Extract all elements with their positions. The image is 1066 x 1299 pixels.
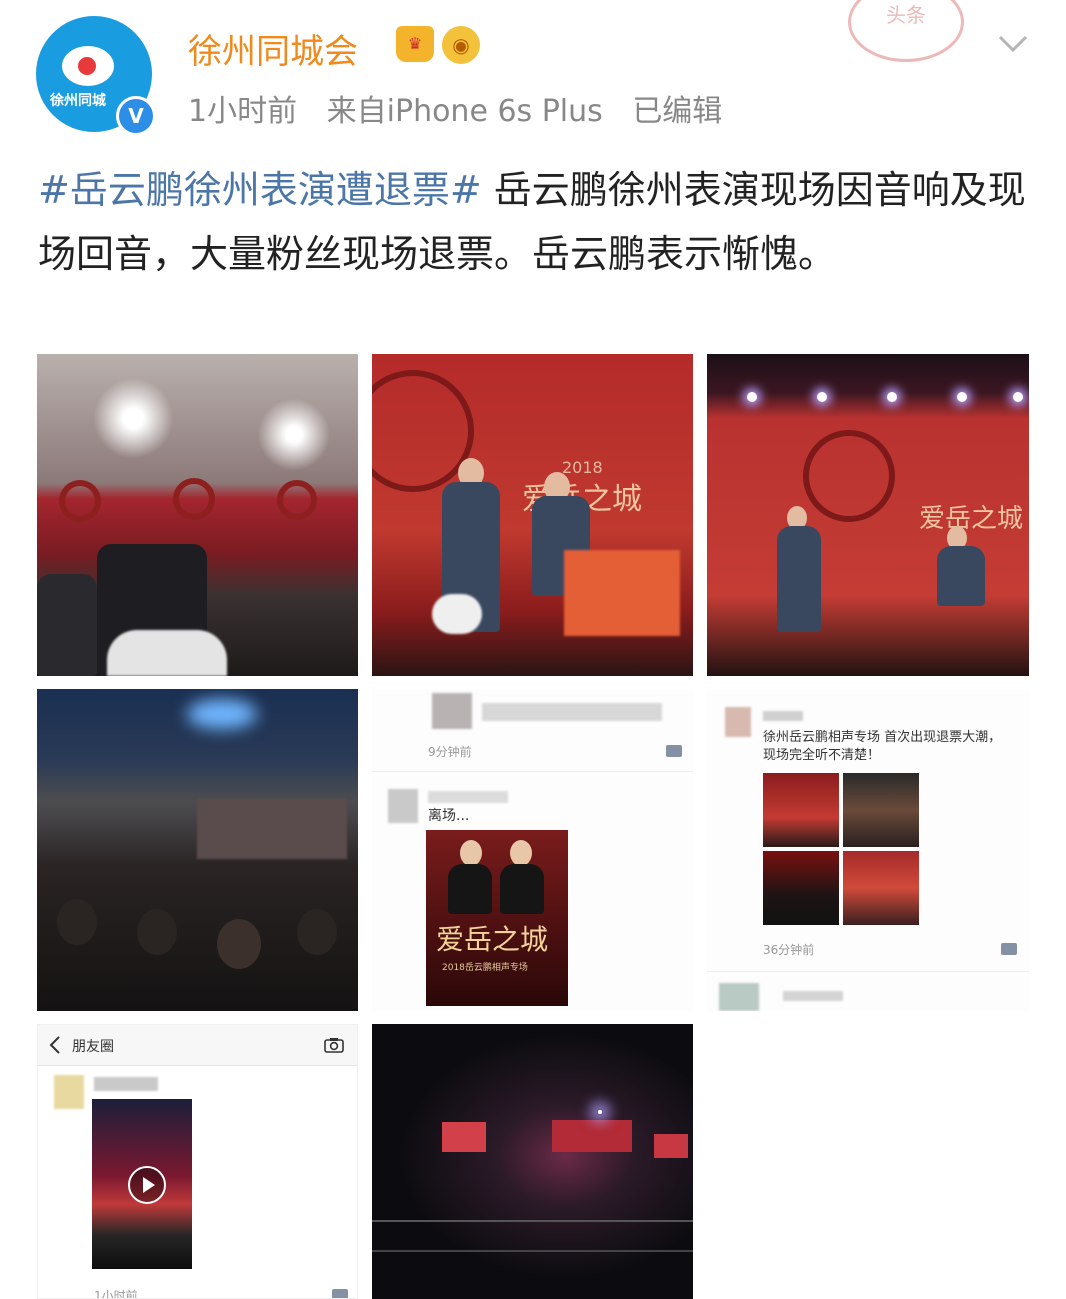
post-meta: 1小时前 来自iPhone 6s Plus 已编辑 (188, 86, 742, 130)
stage-banner (197, 799, 347, 859)
screen (654, 1134, 688, 1158)
performer (937, 546, 985, 606)
stage (552, 1120, 632, 1152)
audience-member (217, 919, 261, 969)
stage-logo (59, 480, 101, 522)
post-text: #岳云鹏徐州表演遭退票# 岳云鹏徐州表演现场因音响及现场回音，大量粉丝现场退票。… (38, 158, 1028, 286)
grid-photo (843, 773, 919, 847)
blurred-text (482, 703, 662, 721)
performer-head (460, 840, 482, 866)
flower-bouquet (564, 550, 680, 636)
blurred-name (763, 711, 803, 721)
play-icon[interactable] (128, 1166, 166, 1204)
post-edited[interactable]: 已编辑 (632, 94, 722, 129)
blurred-text (783, 991, 843, 1001)
gold-member-badge-icon[interactable]: ◉ (442, 26, 480, 64)
performer (500, 864, 544, 914)
stage-light (1013, 392, 1023, 402)
divider (372, 771, 693, 772)
comment-icon[interactable] (1001, 943, 1017, 955)
comment-icon[interactable] (666, 745, 682, 757)
stage-logo (803, 430, 895, 522)
barrier (372, 1250, 693, 1252)
blurred-avatar (388, 789, 418, 823)
performer-head (510, 840, 532, 866)
avatar-label: 徐州同城 (50, 93, 106, 109)
audience-member (37, 574, 97, 676)
stage-light (598, 1110, 602, 1114)
moments-title: 朋友圈 (72, 1039, 114, 1055)
chair (107, 630, 227, 676)
blurred-avatar (725, 707, 751, 737)
photo-stage-wide[interactable]: 爱岳之城 (707, 354, 1029, 676)
stage-light (887, 392, 897, 402)
camera-icon[interactable] (324, 1037, 344, 1053)
back-arrow-icon[interactable] (48, 1035, 62, 1055)
photo-stage[interactable]: 2018 爱岳之城 (372, 354, 693, 676)
poster-title: 爱岳之城 (436, 923, 549, 956)
event-poster[interactable]: 爱岳之城 2018岳云鹏相声专场 (426, 830, 568, 1006)
grid-photo (843, 851, 919, 925)
post-caption: 离场... (428, 808, 470, 824)
divider (707, 971, 1029, 972)
poster-subtitle: 2018岳云鹏相声专场 (442, 963, 528, 973)
performer (777, 526, 821, 632)
screen (442, 1122, 486, 1152)
photo-moments[interactable]: 朋友圈 1小时前 (37, 1024, 358, 1299)
stage-light (817, 392, 827, 402)
performer (448, 864, 492, 914)
crown-badge-icon[interactable]: ♛ (396, 26, 434, 62)
audience-member (137, 909, 177, 955)
verified-badge-icon: V (116, 96, 156, 136)
stamp-watermark: 头条 (848, 0, 964, 62)
stage-light (187, 699, 257, 729)
blurred-text (428, 791, 508, 803)
hashtag-link[interactable]: #岳云鹏徐州表演遭退票# (38, 168, 482, 212)
post-source: 来自iPhone 6s Plus (326, 94, 603, 129)
grid-photo (763, 773, 839, 847)
post-timestamp: 36分钟前 (763, 943, 815, 957)
comment-icon[interactable] (332, 1289, 348, 1298)
post-timestamp: 1小时前 (94, 1289, 138, 1299)
blurred-avatar (432, 693, 472, 729)
post-timestamp: 9分钟前 (428, 745, 472, 759)
stage-logo (277, 480, 317, 520)
chevron-down-icon[interactable] (996, 26, 1030, 60)
post-time: 1小时前 (188, 94, 298, 129)
barrier (372, 1220, 693, 1222)
blurred-name (94, 1077, 158, 1091)
weibo-logo-icon (62, 46, 114, 86)
grid-photo (763, 851, 839, 925)
stage-title: 爱岳之城 (919, 504, 1024, 534)
username[interactable]: 徐州同城会 (188, 24, 358, 73)
flower-bouquet (432, 594, 482, 634)
photo-venue[interactable] (37, 354, 358, 676)
photo-night-stage[interactable] (372, 1024, 693, 1299)
blurred-avatar (54, 1075, 84, 1109)
audience-member (57, 899, 97, 945)
blurred-avatar (719, 983, 759, 1011)
stage-logo (173, 478, 215, 520)
photo-crowd[interactable] (37, 689, 358, 1011)
post-caption: 徐州岳云鹏相声专场 首次出现退票大潮，现场完全听不清楚！ (763, 730, 1002, 763)
audience-member (297, 909, 337, 955)
stage-light (957, 392, 967, 402)
stage-light (747, 392, 757, 402)
photo-wechat-grid[interactable]: 徐州岳云鹏相声专场 首次出现退票大潮，现场完全听不清楚！ 36分钟前 (707, 689, 1029, 1011)
